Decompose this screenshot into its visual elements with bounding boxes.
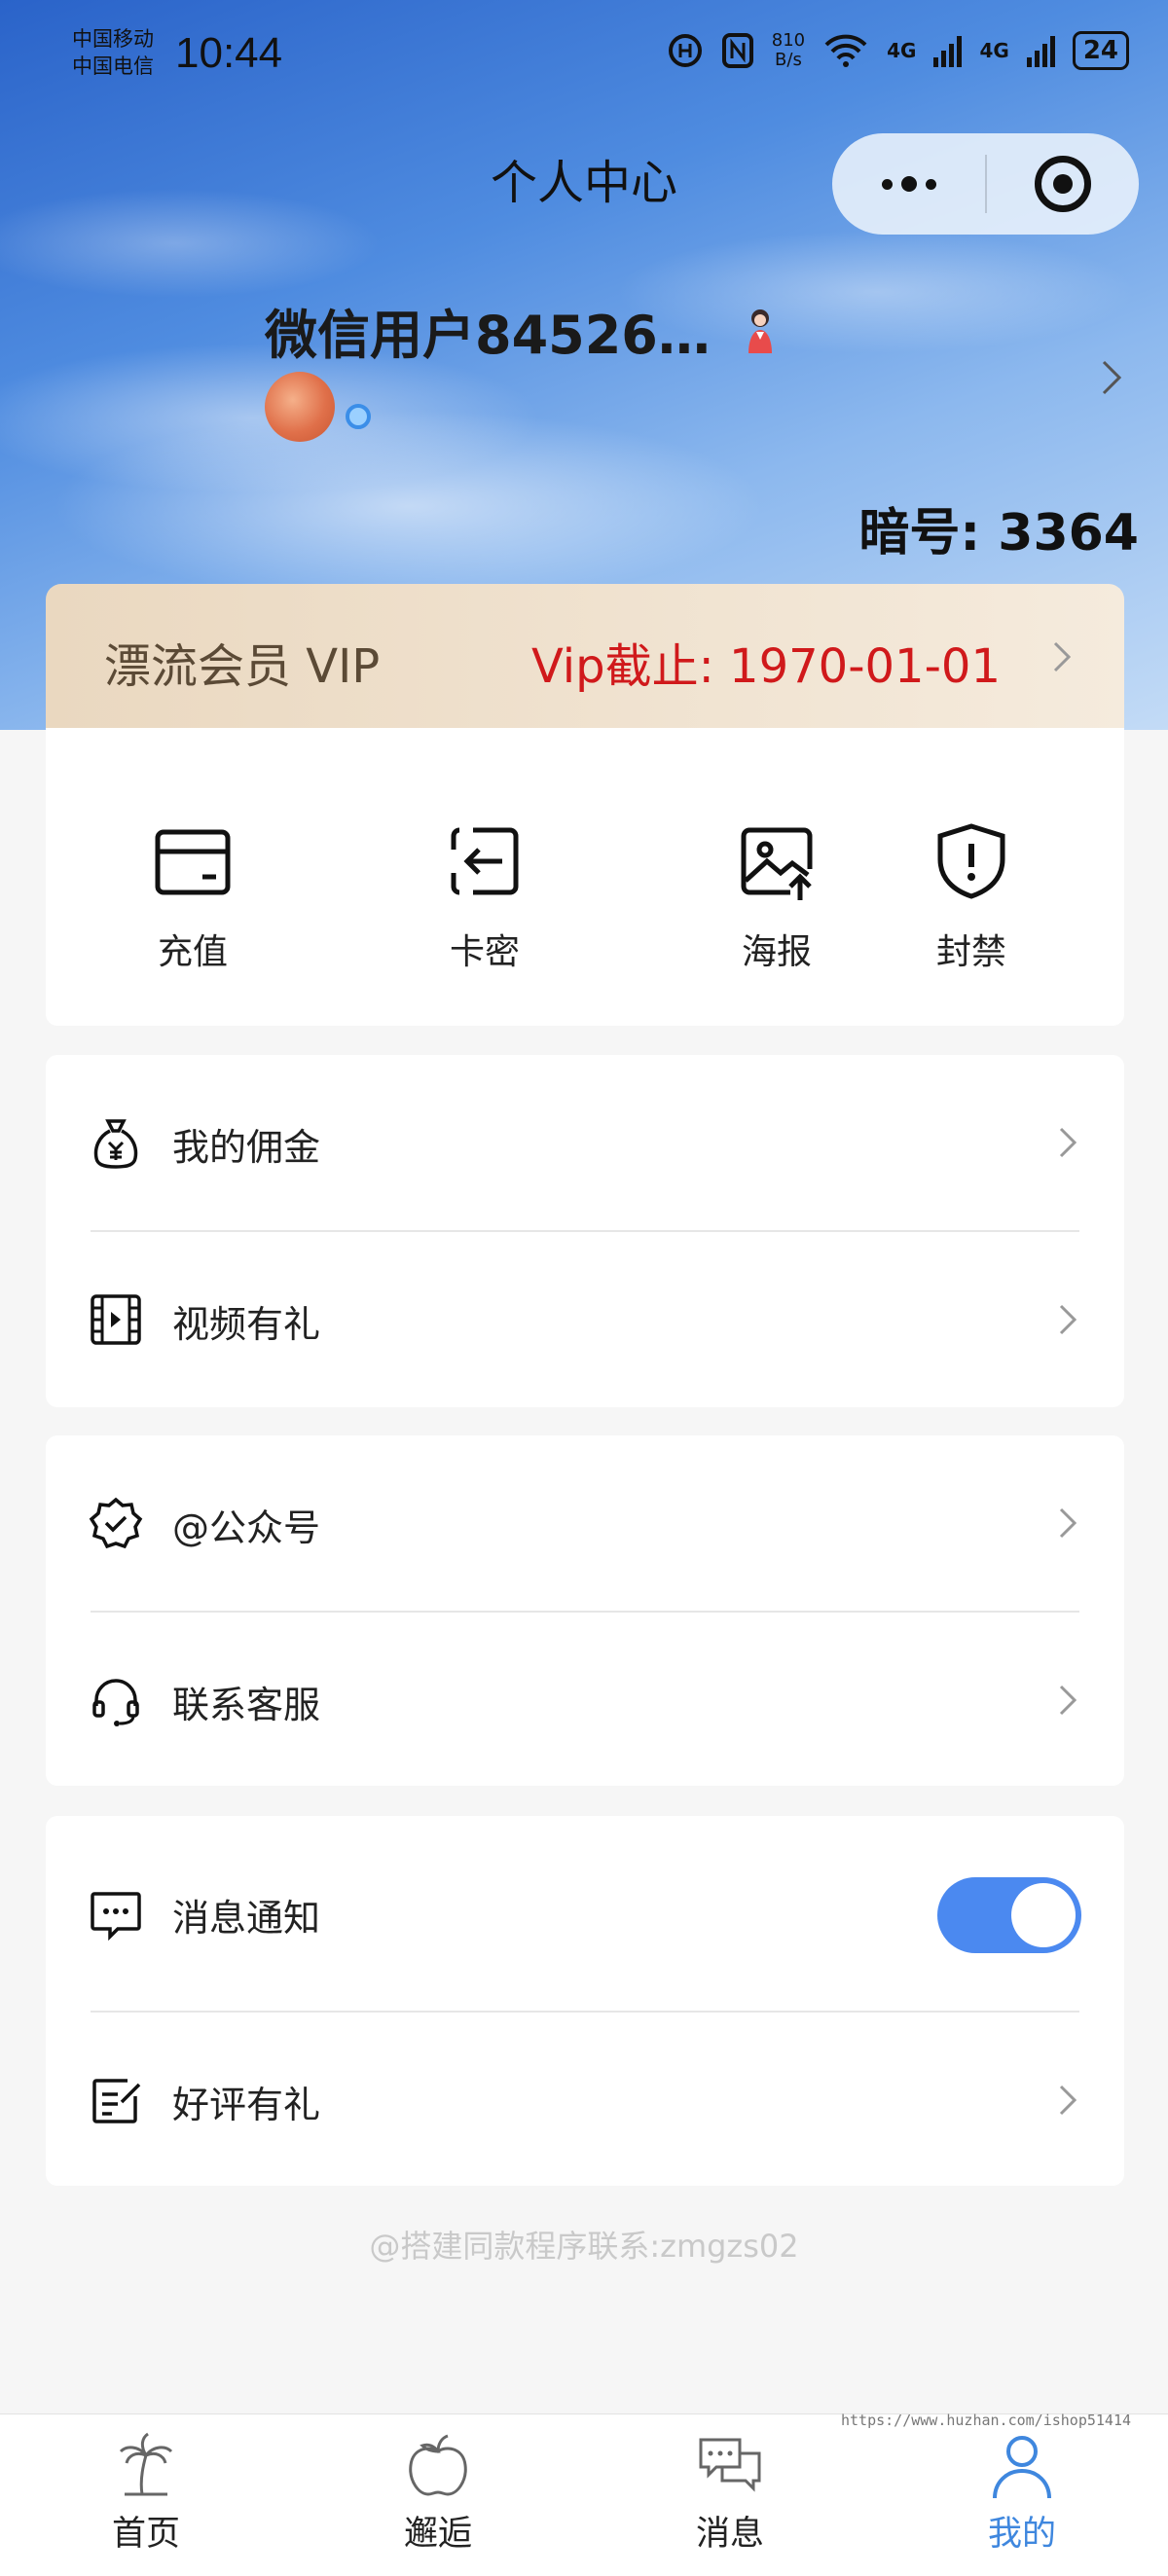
menu-group-3: 消息通知 好评有礼 [46,1816,1124,2186]
signal-icon-1 [933,34,963,67]
wifi-icon [824,34,867,67]
quick-action-label: 封禁 [935,932,1006,972]
status-icons: 810 B/s 4G 4G 24 [667,31,1129,70]
close-button[interactable] [987,133,1139,235]
status-bar: 中国移动 中国电信 10:44 810 B/s 4G 4G 24 [72,21,1129,90]
username[interactable]: 微信用户84526… [265,292,711,369]
quick-action-label: 海报 [741,932,812,972]
apple-icon [409,2434,467,2496]
video-icon [91,1294,141,1345]
menu-item-commission[interactable]: 我的佣金 [46,1055,1124,1230]
menu-group-1: 我的佣金 视频有礼 [46,1055,1124,1407]
network-type-1: 4G [887,39,917,62]
poster-icon [741,827,813,900]
tab-encounter[interactable]: 邂逅 [341,2430,535,2556]
chevron-right-icon [1059,1127,1077,1158]
chat-icon [699,2438,761,2492]
menu-group-2: @公众号 联系客服 [46,1435,1124,1786]
menu-item-label: 视频有礼 [172,1303,321,1346]
menu-item-label: @公众号 [172,1506,321,1549]
network-type-2: 4G [979,39,1009,62]
card-key-icon [451,827,519,895]
watermark: https://www.huzhan.com/ishop51414 [840,2412,1131,2429]
headset-icon [92,1679,139,1726]
hd-call-icon [668,34,702,67]
battery-indicator: 24 [1072,31,1129,70]
tab-home[interactable]: 首页 [49,2430,243,2556]
edit-note-icon [92,2079,141,2123]
menu-item-label: 好评有礼 [172,2084,321,2126]
carrier-1: 中国移动 [72,27,154,51]
chevron-right-icon [1059,1685,1077,1716]
female-user-icon [748,309,772,353]
quick-action-card-key[interactable]: 卡密 [387,820,582,974]
net-speed: 810 B/s [772,31,805,70]
avatar[interactable] [265,372,335,442]
tab-label: 消息 [695,2515,764,2554]
menu-item-notifications: 消息通知 [46,1826,1124,2001]
quick-actions-card: 充值 卡密 海报 封禁 [46,728,1124,1026]
wallet-icon [155,829,231,895]
money-bag-icon [93,1119,138,1169]
vip-expiry: Vip截止: 1970-01-01 [531,639,1001,694]
clock: 10:44 [175,29,283,77]
carrier-info: 中国移动 中国电信 [72,25,154,80]
quick-action-ban[interactable]: 封禁 [874,820,1069,974]
vip-chevron-icon [1053,641,1072,672]
menu-item-label: 联系客服 [172,1684,321,1726]
verified-badge-icon [89,1497,143,1549]
tab-bar: 首页 邂逅 消息 我的 [0,2413,1168,2576]
palm-tree-icon [119,2432,173,2496]
menu-item-review-gift[interactable]: 好评有礼 [46,2013,1124,2188]
quick-action-poster[interactable]: 海报 [679,820,874,974]
tab-label: 首页 [111,2515,180,2554]
profile-chevron-icon[interactable] [1098,358,1127,397]
vip-bar[interactable]: 漂流会员 VIP Vip截止: 1970-01-01 [46,584,1124,730]
more-button[interactable] [832,133,985,235]
vip-title: 漂流会员 VIP [104,639,381,694]
ban-shield-icon [937,823,1005,899]
net-speed-value: 810 [771,30,806,51]
quick-action-label: 充值 [157,932,228,972]
menu-item-label: 消息通知 [172,1897,321,1940]
tab-messages[interactable]: 消息 [633,2430,827,2556]
close-circle-icon [1035,156,1091,212]
menu-item-official-account[interactable]: @公众号 [46,1435,1124,1611]
tab-label: 我的 [987,2515,1056,2554]
notification-toggle[interactable] [937,1877,1081,1953]
mini-program-capsule [832,133,1139,235]
menu-item-video-gift[interactable]: 视频有礼 [46,1232,1124,1407]
chevron-right-icon [1059,1304,1077,1335]
menu-item-label: 我的佣金 [172,1126,321,1169]
footer-note: @搭建同款程序联系:zmgzs02 [369,2228,799,2265]
signal-icon-2 [1026,34,1055,67]
carrier-2: 中国电信 [72,54,154,78]
nfc-icon [721,33,753,68]
menu-item-customer-service[interactable]: 联系客服 [46,1613,1124,1788]
secret-code: 暗号: 3364 [858,504,1139,562]
chevron-right-icon [1059,1507,1077,1539]
message-icon [91,1892,141,1941]
quick-action-label: 卡密 [449,932,520,972]
chevron-right-icon [1059,2085,1077,2116]
person-icon [993,2436,1051,2499]
tab-label: 邂逅 [403,2515,472,2554]
quick-action-recharge[interactable]: 充值 [95,820,290,974]
tab-mine[interactable]: 我的 [925,2430,1119,2556]
toggle-knob [1011,1883,1076,1947]
gender-badge-icon [346,404,371,429]
net-speed-unit: B/s [775,50,802,70]
